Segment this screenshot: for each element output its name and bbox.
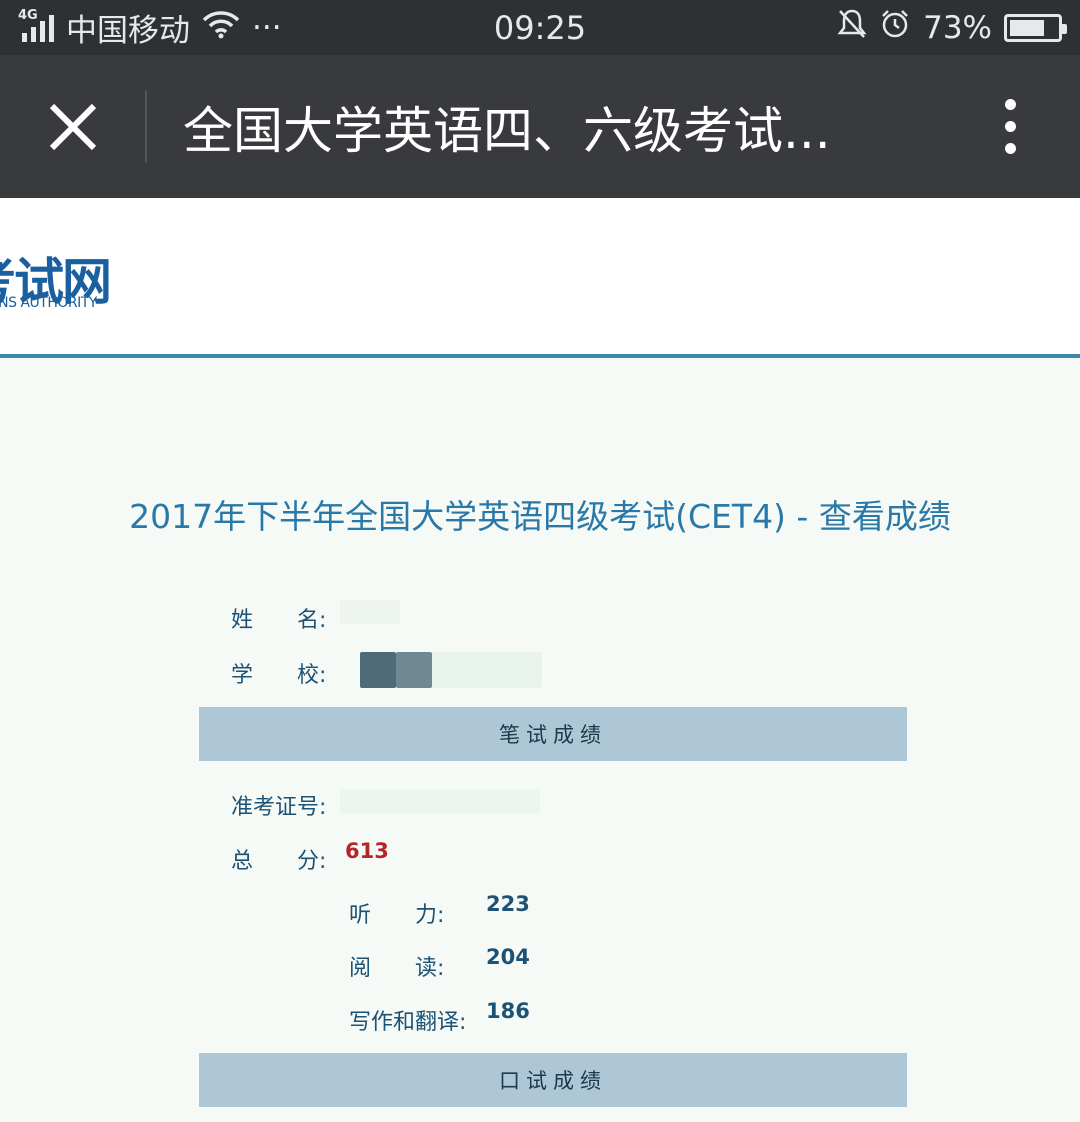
listening-value: 223	[486, 892, 530, 916]
school-label: 学 校:	[231, 663, 327, 688]
battery-icon	[1004, 13, 1067, 42]
more-menu-button[interactable]	[940, 55, 1080, 198]
battery-fill	[1010, 19, 1044, 36]
total-score-value: 613	[345, 839, 389, 863]
carrier-name: 中国移动	[66, 13, 190, 49]
close-icon	[49, 103, 96, 150]
reading-label: 阅 读:	[349, 956, 445, 981]
battery-percent: 73%	[923, 9, 992, 46]
written-section-header: 笔试成绩	[199, 707, 907, 761]
reading-value: 204	[486, 945, 530, 969]
bell-muted-icon	[837, 8, 867, 48]
name-value-redacted	[340, 600, 400, 624]
close-button[interactable]	[0, 55, 145, 198]
header-divider	[0, 354, 1080, 358]
name-label: 姓 名:	[231, 608, 327, 633]
signal-icon: 4G	[18, 8, 54, 42]
school-value-redacted	[396, 652, 432, 688]
network-type: 4G	[18, 7, 38, 23]
site-header: 考试网 IONS AUTHORITY	[0, 198, 1080, 356]
web-content: 考试网 IONS AUTHORITY 2017年下半年全国大学英语四级考试(CE…	[0, 198, 1080, 1122]
total-score-label: 总 分:	[231, 849, 327, 874]
status-bar: 4G 中国移动 ··· 09:25 73%	[0, 0, 1080, 55]
results-title: 2017年下半年全国大学英语四级考试(CET4) - 查看成绩	[129, 497, 951, 536]
oral-section-header: 口试成绩	[199, 1053, 907, 1107]
ticket-number-label: 准考证号:	[231, 795, 327, 820]
more-notifications-icon: ···	[252, 9, 282, 46]
ticket-number-redacted	[340, 790, 540, 814]
writing-translation-value: 186	[486, 999, 530, 1023]
more-dot-icon	[1004, 143, 1016, 154]
status-right: 73%	[837, 8, 1067, 48]
title-bar: 全国大学英语四、六级考试...	[0, 55, 1080, 198]
site-logo-subtitle: IONS AUTHORITY	[0, 295, 97, 311]
page-title: 全国大学英语四、六级考试...	[183, 101, 831, 160]
listening-label: 听 力:	[349, 903, 445, 928]
school-value-redacted	[360, 652, 396, 688]
alarm-icon	[879, 8, 911, 48]
writing-translation-label: 写作和翻译:	[349, 1010, 467, 1035]
more-dot-icon	[1004, 99, 1016, 110]
more-dot-icon	[1004, 121, 1016, 132]
wifi-icon	[202, 9, 240, 47]
school-value-redacted	[432, 652, 542, 688]
status-left: 4G 中国移动 ···	[18, 5, 282, 50]
